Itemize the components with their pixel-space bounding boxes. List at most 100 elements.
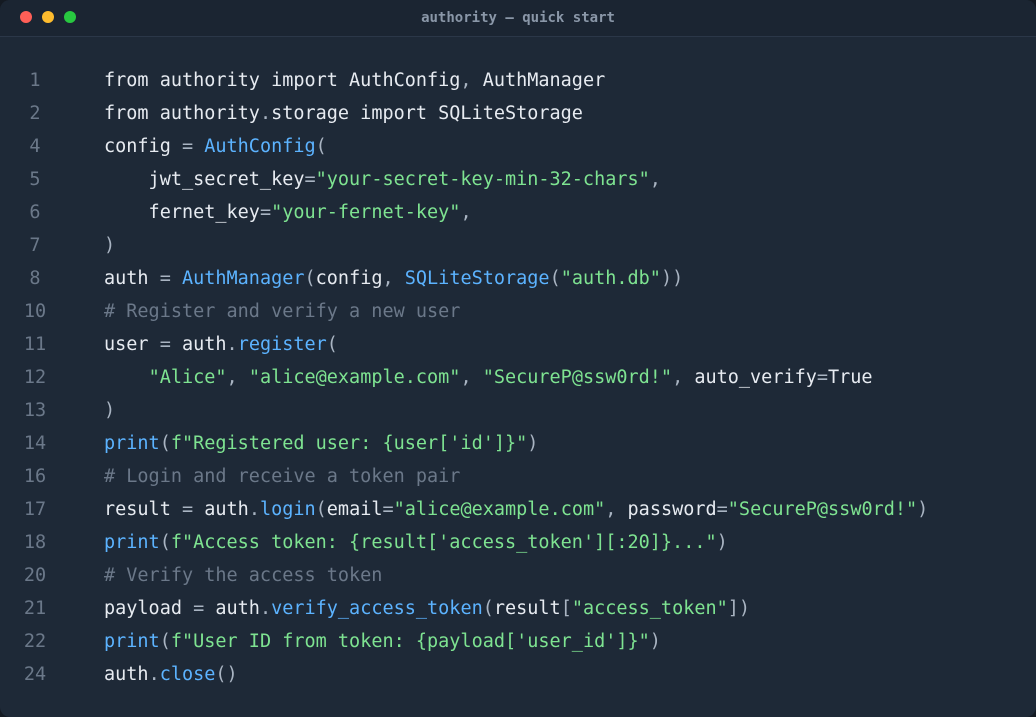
code-window: authority — quick start 1 from authority … [0,0,1036,717]
code-token: True [828,367,873,388]
code-token: auth [104,664,149,685]
line-number: 18 [23,532,47,553]
code-line: 14 print(f"Registered user: {user['id']}"… [0,427,1036,460]
code-token: # Verify the access token [104,565,383,586]
line-number: 10 [23,301,47,322]
code-token: "alice@example.com" [248,367,461,388]
code-token: ) [649,631,661,652]
code-token: ) [917,499,929,520]
code-text: auth.close() [104,658,238,691]
code-line: 10 # Register and verify a new user [0,295,1036,328]
code-token: "SecureP@ssw0rd!" [482,367,673,388]
code-token: "your-secret-key-min-32-chars" [315,169,650,190]
code-token: "access_token" [571,598,728,619]
code-token: "Alice" [148,367,227,388]
code-token: f"User ID from token: {payload['user_id'… [170,631,650,652]
code-token: "SecureP@ssw0rd!" [727,499,918,520]
code-token: auth [193,499,249,520]
code-token: [ [560,598,572,619]
code-token: ( [326,334,338,355]
code-token: ) [104,400,116,421]
code-text: jwt_secret_key="your-secret-key-min-32-c… [104,163,661,196]
code-text: auth = AuthManager(config, SQLiteStorage… [104,262,683,295]
code-token: verify_access_token [271,598,483,619]
line-number: 12 [23,367,47,388]
code-text: # Register and verify a new user [104,295,460,328]
code-token: print [104,532,160,553]
code-token: config [315,268,383,289]
code-token: = [159,268,171,289]
code-token: . [148,664,160,685]
code-token: ( [482,598,494,619]
code-token: "your-fernet-key" [271,202,461,223]
code-token: , [460,367,472,388]
code-token: "alice@example.com" [393,499,606,520]
code-token: = [181,136,194,157]
code-token: email [326,499,383,520]
code-token: AuthConfig [204,136,316,157]
code-text: ) [104,394,115,427]
code-token: AuthManager [471,70,606,91]
code-line: 1 from authority import AuthConfig, AuthM… [0,64,1036,97]
code-token: = [181,499,194,520]
code-token: ( [315,136,327,157]
code-token: f"Access token: {result['access_token'][… [170,532,717,553]
code-text: ) [104,229,115,262]
code-token: from authority [104,103,260,124]
code-line: 12 "Alice", "alice@example.com", "Secure… [0,361,1036,394]
code-line: 16 # Login and receive a token pair [0,460,1036,493]
code-token: ) [527,433,539,454]
line-number: 16 [23,466,47,487]
code-token: print [104,631,160,652]
code-token: payload [104,598,194,619]
code-token: )) [660,268,684,289]
code-line: 8 auth = AuthManager(config, SQLiteStorag… [0,262,1036,295]
line-number: 4 [29,136,41,157]
code-text: print(f"User ID from token: {payload['us… [104,625,661,658]
line-number: 7 [29,235,41,256]
code-token: password [616,499,717,520]
code-text: # Login and receive a token pair [104,460,460,493]
line-number: 22 [23,631,47,652]
line-number: 13 [23,400,47,421]
code-token: register [237,334,327,355]
code-line: 24 auth.close() [0,658,1036,691]
code-text: print(f"Access token: {result['access_to… [104,526,728,559]
code-token: = [382,499,394,520]
code-token: jwt_secret_key [104,169,305,190]
code-token: . [226,334,238,355]
code-line: 18 print(f"Access token: {result['access_… [0,526,1036,559]
line-number: 14 [23,433,47,454]
code-token: fernet_key [104,202,260,223]
code-text: from authority.storage import SQLiteStor… [104,97,583,130]
code-token: from authority import AuthConfig [104,70,461,91]
code-token: SQLiteStorage [404,268,550,289]
code-text: config = AuthConfig( [104,130,327,163]
line-number: 17 [23,499,47,520]
code-token: ) [104,235,116,256]
code-line: 5 jwt_secret_key="your-secret-key-min-32… [0,163,1036,196]
code-token: ( [304,268,316,289]
code-token: , [382,268,394,289]
code-token: ( [159,433,171,454]
code-token: user [104,334,160,355]
code-text: payload = auth.verify_access_token(resul… [104,592,750,625]
code-token: result [493,598,561,619]
code-token: result [104,499,182,520]
code-token: . [259,598,272,619]
line-number: 5 [29,169,41,190]
code-line: 21 payload = auth.verify_access_token(res… [0,592,1036,625]
code-token: = [816,367,829,388]
code-token: auto_verify [683,367,817,388]
code-text: print(f"Registered user: {user['id']}") [104,427,538,460]
code-token: f"Registered user: {user['id']}" [170,433,528,454]
line-number: 8 [29,268,41,289]
code-token: auth [104,268,160,289]
code-token: = [193,598,205,619]
code-token: login [259,499,316,520]
code-token: config [104,136,182,157]
